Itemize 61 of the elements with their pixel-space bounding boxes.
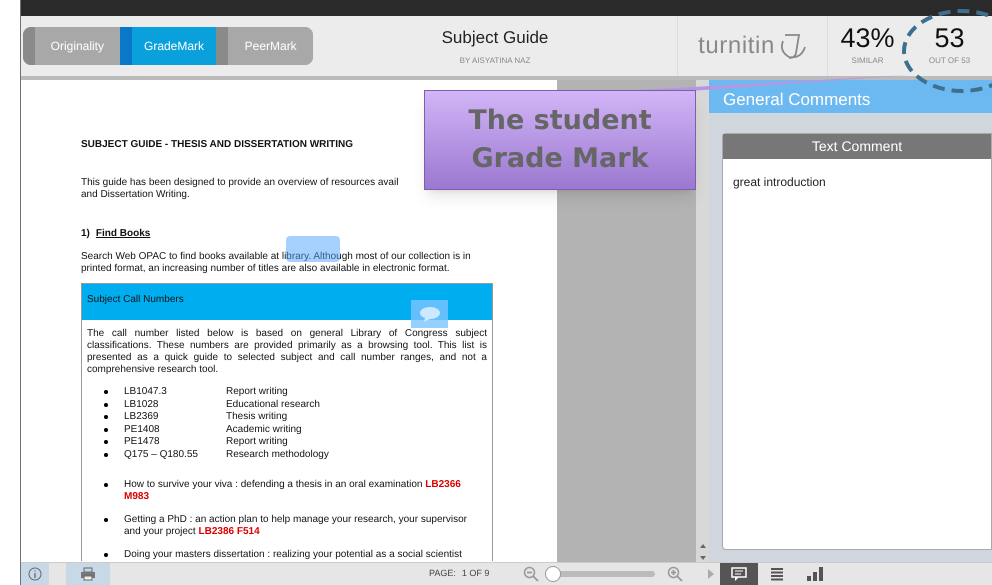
zoom-out-icon[interactable] <box>523 566 540 582</box>
bullet-icon <box>104 483 108 487</box>
paragraph: Search Web OPAC to find books available at library. Although most of our collection is in printed format, an increasing number of titles are also available in electronic format. <box>81 251 472 275</box>
bullet-icon <box>104 518 108 522</box>
call-number: PE1478 <box>124 436 161 448</box>
similarity-label: SIMILAR <box>851 55 884 67</box>
bar-chart-icon <box>806 566 824 582</box>
book-entry: How to survive your viva : defending a thesis in an oral examination LB2366 M983 <box>124 479 462 503</box>
bullet-icon <box>104 553 108 557</box>
page-heading: SUBJECT GUIDE - THESIS AND DISSERTATION WRITING <box>81 138 354 152</box>
bullet-icon <box>104 390 108 394</box>
section-number: 1) <box>81 227 90 241</box>
section-title: Find Books <box>96 227 150 241</box>
section-header: Text Comment <box>723 134 991 159</box>
call-number: Q175 – Q180.55 <box>124 448 199 461</box>
subject-name: Report writing <box>226 436 288 448</box>
mode-tab[interactable]: GradeMark <box>120 27 216 65</box>
book-entry: Doing your masters dissertation : realizing your potential as a social scientist <box>124 549 462 561</box>
panel-header: General Comments <box>723 91 870 109</box>
subject-name: Thesis writing <box>226 411 288 424</box>
logo-text: turnitin <box>698 31 775 61</box>
comment-icon <box>730 566 748 582</box>
paragraph-line: and Dissertation Writing. <box>81 189 190 201</box>
mode-tab[interactable]: Originality <box>23 27 120 65</box>
bullet-icon <box>104 415 108 419</box>
grade-label: OUT OF 53 <box>928 55 970 67</box>
call-number: PE1408 <box>124 424 161 436</box>
subject-name: Educational research <box>226 398 320 411</box>
zoom-slider[interactable] <box>545 566 656 582</box>
bullet-icon <box>104 452 108 456</box>
info-icon <box>28 567 42 581</box>
bullet-icon <box>104 402 108 406</box>
grade-score: 53 <box>934 25 965 52</box>
page-label: PAGE: <box>429 567 456 580</box>
subject-name: Research methodology <box>226 448 329 461</box>
print-button[interactable] <box>66 563 110 585</box>
bullet-icon <box>104 440 108 444</box>
comment-text: great introduction <box>732 174 827 191</box>
document-author: BY AISYATINA NAZ <box>460 54 530 67</box>
call-number: LB2369 <box>124 411 160 424</box>
mode-tab[interactable]: PeerMark <box>216 27 313 65</box>
call-number: LB1047.3 <box>124 386 168 398</box>
paragraph-line: This guide has been designed to provide an overview of resources avail <box>81 177 398 189</box>
list-icon <box>769 566 786 582</box>
printer-icon <box>80 567 96 581</box>
box-title: Subject Call Numbers <box>82 284 492 320</box>
similarity-score: 43% <box>840 25 895 52</box>
call-number: LB1028 <box>124 398 160 411</box>
subject-name: Report writing <box>226 386 288 398</box>
scroll-up-icon[interactable] <box>698 542 706 550</box>
zoom-in-icon[interactable] <box>667 566 684 582</box>
document-title: Subject Guide <box>442 27 548 50</box>
page-number: 1 OF 9 <box>462 567 490 580</box>
subject-name: Academic writing <box>226 424 302 436</box>
paragraph: The call number listed below is based on general Library of Congress subject classifications. These numbers are provided primarily as a browsing tool. This list is presented as a quick guide to selected subject and call number ranges, and not a comprehensive research tool. <box>86 327 488 376</box>
info-button[interactable] <box>21 563 49 585</box>
comments-tab[interactable] <box>720 563 758 585</box>
book-entry: Getting a PhD : an action plan to help manage your research, your supervisor and your project LB2386 F514 <box>124 514 468 538</box>
bullet-icon <box>104 428 108 432</box>
slider-thumb[interactable] <box>545 566 562 582</box>
callout-box: The student Grade Mark <box>424 90 696 190</box>
